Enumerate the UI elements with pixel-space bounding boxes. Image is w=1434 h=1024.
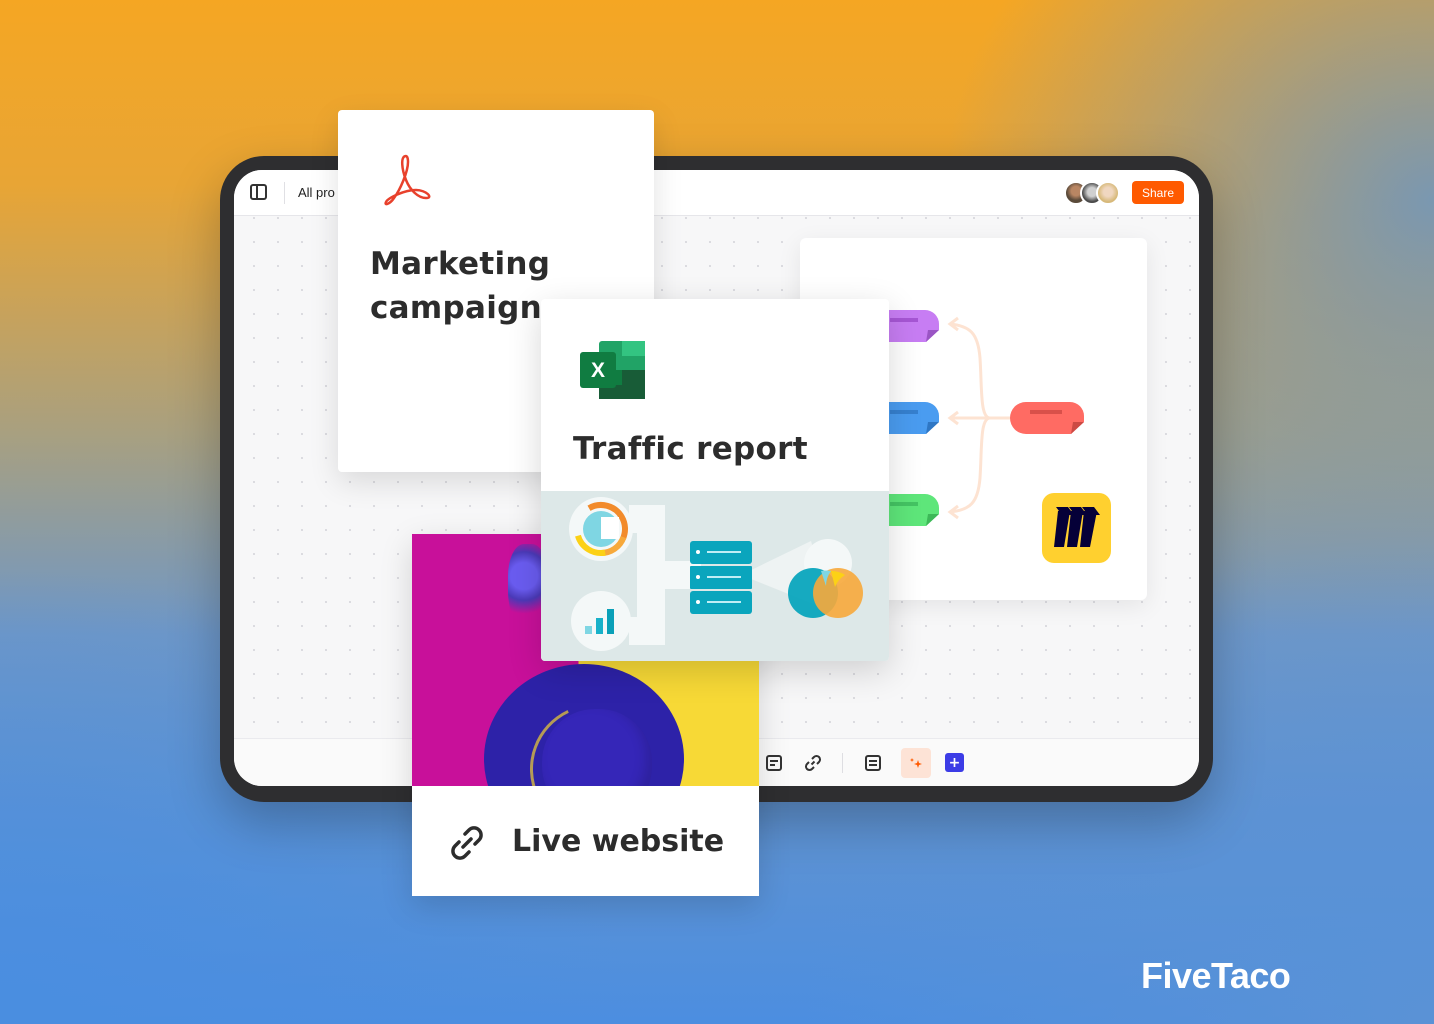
divider xyxy=(842,753,843,773)
ai-sparkle-icon[interactable] xyxy=(901,748,931,778)
connector-path xyxy=(629,505,665,645)
marketing-title-line2: campaign xyxy=(370,290,542,326)
excel-letter: X xyxy=(591,359,605,382)
avatar[interactable] xyxy=(1096,181,1120,205)
divider xyxy=(284,182,285,204)
bar xyxy=(596,618,603,634)
donut-tag xyxy=(601,517,619,539)
miro-logo-icon xyxy=(1042,493,1111,563)
excel-icon: X xyxy=(579,339,647,401)
fivetaco-logo: FiveTaco xyxy=(1141,955,1291,996)
sticky-note-icon[interactable] xyxy=(762,751,786,775)
link-icon[interactable] xyxy=(801,751,825,775)
text-doc-icon[interactable] xyxy=(861,751,885,775)
marketing-title-line1: Marketing xyxy=(370,246,551,282)
mindmap-node[interactable] xyxy=(1010,402,1084,434)
link-icon xyxy=(446,822,488,864)
sidebar-toggle-icon[interactable] xyxy=(250,184,267,200)
traffic-report-title: Traffic report xyxy=(573,431,808,467)
bar xyxy=(607,609,614,634)
pdf-icon xyxy=(380,152,432,208)
bar xyxy=(585,626,592,634)
live-website-title: Live website xyxy=(512,824,725,859)
traffic-report-card[interactable]: X Traffic report xyxy=(541,299,889,661)
share-button[interactable]: Share xyxy=(1132,181,1184,204)
board-title[interactable]: All pro xyxy=(298,185,335,200)
analytics-illustration xyxy=(541,491,889,661)
add-icon[interactable]: + xyxy=(945,753,964,772)
collaborator-avatars[interactable] xyxy=(1064,181,1120,205)
